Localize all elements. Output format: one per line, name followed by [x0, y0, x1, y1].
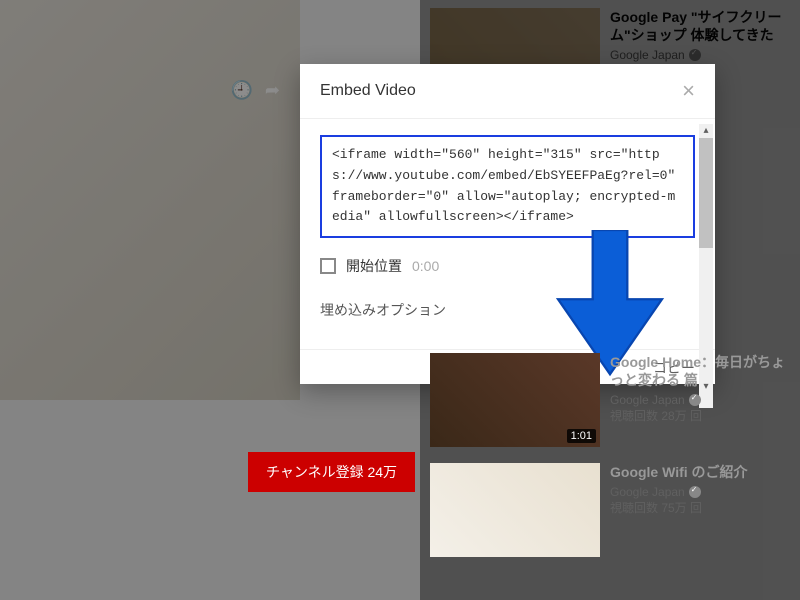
- recommendation-item[interactable]: Google Wifi のご紹介 Google Japan 視聴回数 75万 回: [420, 455, 800, 565]
- subscribe-button[interactable]: チャンネル登録 24万: [248, 452, 415, 492]
- recommendation-title[interactable]: Google Home：毎日がちょっと変わる 篇: [610, 353, 790, 389]
- recommendation-channel[interactable]: Google Japan: [610, 393, 790, 407]
- video-thumbnail[interactable]: [430, 463, 600, 557]
- view-count: 視聴回数 28万 回: [610, 407, 790, 424]
- recommendation-item[interactable]: 1:01 Google Home：毎日がちょっと変わる 篇 Google Jap…: [420, 345, 800, 455]
- scroll-thumb[interactable]: [699, 138, 713, 248]
- close-button[interactable]: ×: [682, 78, 695, 104]
- embed-code-box[interactable]: <iframe width="560" height="315" src="ht…: [320, 135, 695, 238]
- verified-icon: [689, 394, 701, 406]
- verified-icon: [689, 486, 701, 498]
- start-time-checkbox[interactable]: [320, 258, 336, 274]
- scroll-up-icon[interactable]: ▴: [699, 124, 713, 138]
- video-thumbnail[interactable]: 1:01: [430, 353, 600, 447]
- recommendation-channel[interactable]: Google Japan: [610, 485, 790, 499]
- duration-badge: 1:01: [567, 429, 596, 443]
- view-count: 視聴回数 75万 回: [610, 499, 790, 516]
- start-time-value[interactable]: 0:00: [412, 258, 439, 274]
- recommendation-title[interactable]: Google Wifi のご紹介: [610, 463, 790, 481]
- modal-title: Embed Video: [320, 82, 416, 100]
- start-time-label: 開始位置: [346, 256, 402, 276]
